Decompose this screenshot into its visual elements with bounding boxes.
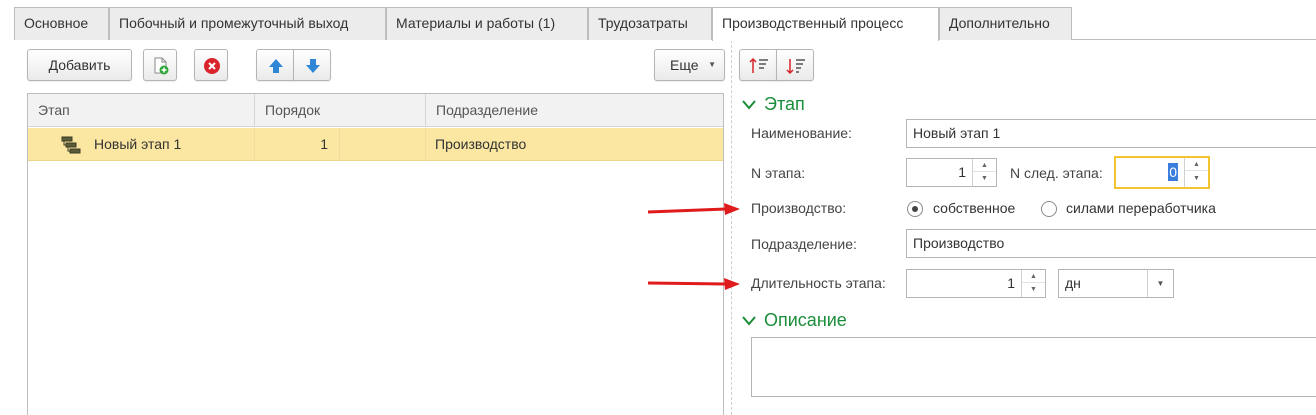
stepper-up-icon[interactable]: ▲ <box>1022 270 1045 283</box>
column-header-stage[interactable]: Этап <box>28 94 254 127</box>
next-stage-field[interactable]: 0 ▲ ▼ <box>1114 156 1210 189</box>
add-button[interactable]: Добавить <box>27 49 132 81</box>
move-up-icon <box>269 59 283 73</box>
add-copy-icon <box>154 57 169 75</box>
radio-own-production-label[interactable]: собственное <box>933 200 1015 216</box>
cell-stage: Новый этап 1 <box>94 136 182 152</box>
delete-button[interactable] <box>194 49 228 81</box>
chevron-down-icon[interactable] <box>741 98 757 112</box>
delete-icon <box>204 58 220 74</box>
next-stage-stepper[interactable]: ▲ ▼ <box>1184 158 1208 187</box>
tab-byproduct-output[interactable]: Побочный и промежуточный выход <box>109 7 386 40</box>
stepper-up-icon[interactable]: ▲ <box>1185 158 1208 171</box>
duration-stepper[interactable]: ▲ ▼ <box>1021 270 1045 297</box>
stepper-down-icon[interactable]: ▼ <box>1022 283 1045 296</box>
next-stage-value: 0 <box>1168 163 1178 181</box>
table-row[interactable]: Новый этап 1 1 Производство <box>28 128 723 161</box>
name-label: Наименование: <box>751 125 852 141</box>
stepper-down-icon[interactable]: ▼ <box>1185 172 1208 185</box>
tab-additional[interactable]: Дополнительно <box>939 7 1072 40</box>
next-stage-label: N след. этапа: <box>1010 165 1103 181</box>
duration-unit-select[interactable]: дн ▼ <box>1058 269 1174 298</box>
move-up-button[interactable] <box>256 49 294 81</box>
chevron-down-icon[interactable] <box>741 314 757 328</box>
stage-icon <box>61 136 81 154</box>
stepper-down-icon[interactable]: ▼ <box>973 172 996 185</box>
description-textarea[interactable] <box>751 337 1316 397</box>
duration-unit-value: дн <box>1065 275 1081 291</box>
sort-descending-button[interactable] <box>776 49 814 81</box>
stage-number-field[interactable]: 1 ▲ ▼ <box>906 158 997 187</box>
table-header: Этап Порядок Подразделение <box>28 94 723 127</box>
sort-ascending-icon <box>749 57 768 73</box>
column-header-division[interactable]: Подразделение <box>426 94 723 127</box>
cell-order: 1 <box>320 136 328 152</box>
add-copy-button[interactable] <box>143 49 177 81</box>
annotation-arrow-icon <box>647 203 740 215</box>
sort-ascending-button[interactable] <box>739 49 777 81</box>
panel-separator <box>731 40 732 415</box>
more-button-label: Еще <box>670 57 699 73</box>
stage-number-value: 1 <box>958 164 966 180</box>
tab-production-process[interactable]: Производственный процесс <box>712 7 939 41</box>
chevron-down-icon: ▼ <box>708 60 716 69</box>
stage-number-stepper[interactable]: ▲ ▼ <box>972 159 996 186</box>
radio-subcontractor[interactable] <box>1041 201 1057 217</box>
section-title-description[interactable]: Описание <box>764 310 847 331</box>
tab-strip: Основное Побочный и промежуточный выход … <box>0 0 1316 41</box>
tab-materials-works[interactable]: Материалы и работы (1) <box>386 7 588 40</box>
column-header-order[interactable]: Порядок <box>255 94 425 127</box>
radio-subcontractor-label[interactable]: силами переработчика <box>1066 200 1216 216</box>
move-down-icon <box>306 59 320 73</box>
tab-labor-costs[interactable]: Трудозатраты <box>588 7 712 40</box>
section-title-stage[interactable]: Этап <box>764 94 805 115</box>
division-field[interactable]: Производство <box>906 229 1316 258</box>
radio-own-production[interactable] <box>907 201 923 217</box>
name-field[interactable]: Новый этап 1 <box>906 119 1316 148</box>
cell-division: Производство <box>435 136 527 152</box>
production-label: Производство: <box>751 200 847 216</box>
duration-field[interactable]: 1 ▲ ▼ <box>906 269 1046 298</box>
annotation-arrow-icon <box>647 278 740 290</box>
division-label: Подразделение: <box>751 236 857 252</box>
tab-main[interactable]: Основное <box>14 7 109 40</box>
more-button[interactable]: Еще ▼ <box>654 49 725 81</box>
chevron-down-icon[interactable]: ▼ <box>1147 270 1173 297</box>
stage-number-label: N этапа: <box>751 165 806 181</box>
move-down-button[interactable] <box>293 49 331 81</box>
sort-descending-icon <box>786 59 805 75</box>
stages-table: Этап Порядок Подразделение Новый этап 1 … <box>27 93 724 415</box>
duration-label: Длительность этапа: <box>751 275 886 291</box>
duration-value: 1 <box>1007 275 1015 291</box>
stepper-up-icon[interactable]: ▲ <box>973 159 996 172</box>
